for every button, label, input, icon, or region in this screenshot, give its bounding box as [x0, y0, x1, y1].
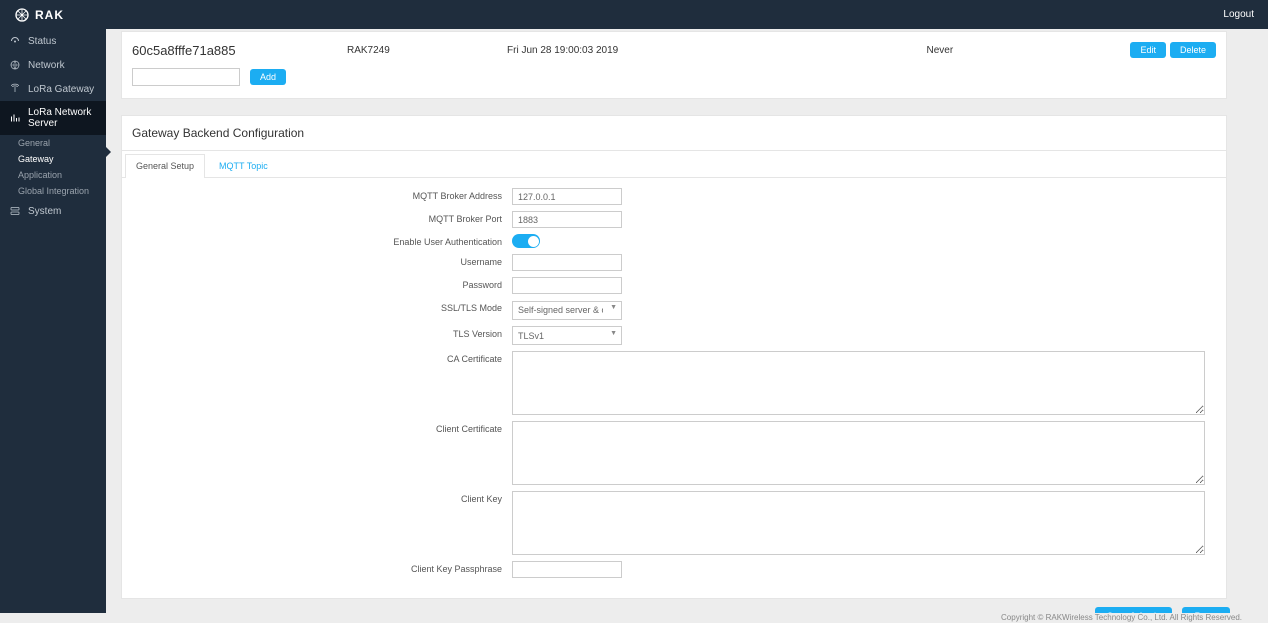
- textarea-cc[interactable]: [512, 421, 1205, 485]
- subitem-general[interactable]: General: [0, 135, 106, 151]
- label-auth: Enable User Authentication: [132, 234, 512, 247]
- label-ssl: SSL/TLS Mode: [132, 300, 512, 313]
- subitem-global[interactable]: Global Integration: [0, 183, 106, 199]
- copyright-text: Copyright © RAKWireless Technology Co., …: [0, 613, 1268, 623]
- sidebar-item-system[interactable]: System: [0, 199, 106, 223]
- antenna-icon: [9, 83, 21, 95]
- system-icon: [9, 205, 21, 217]
- subitem-gateway[interactable]: Gateway: [0, 151, 106, 167]
- delete-button[interactable]: Delete: [1170, 42, 1216, 58]
- input-user[interactable]: [512, 254, 622, 271]
- gateway-date: Fri Jun 28 19:00:03 2019: [507, 45, 926, 56]
- globe-icon: [9, 59, 21, 71]
- input-pass[interactable]: [512, 277, 622, 294]
- add-button[interactable]: Add: [250, 69, 286, 85]
- sidebar-item-label: LoRa Network Server: [28, 107, 97, 129]
- gateway-id: 60c5a8fffe71a885: [132, 43, 347, 58]
- brand-text: RAK: [35, 8, 64, 22]
- textarea-ca[interactable]: [512, 351, 1205, 415]
- edit-button[interactable]: Edit: [1130, 42, 1166, 58]
- toggle-auth[interactable]: [512, 234, 540, 248]
- sidebar-item-network[interactable]: Network: [0, 53, 106, 77]
- input-ckp[interactable]: [512, 561, 622, 578]
- select-tls[interactable]: TLSv1: [512, 326, 622, 345]
- tab-general[interactable]: General Setup: [125, 154, 205, 177]
- subitem-application[interactable]: Application: [0, 167, 106, 183]
- add-input[interactable]: [132, 68, 240, 86]
- gauge-icon: [9, 35, 21, 47]
- label-port: MQTT Broker Port: [132, 211, 512, 224]
- label-ckp: Client Key Passphrase: [132, 561, 512, 574]
- gateway-seen: Never: [926, 45, 1126, 56]
- sidebar-item-lora-ns[interactable]: LoRa Network Server: [0, 101, 106, 135]
- tab-mqtt[interactable]: MQTT Topic: [208, 154, 279, 177]
- label-user: Username: [132, 254, 512, 267]
- label-ck: Client Key: [132, 491, 512, 504]
- logout-link[interactable]: Logout: [1223, 9, 1254, 20]
- sidebar-item-label: Status: [28, 36, 56, 47]
- sidebar-item-label: LoRa Gateway: [28, 84, 94, 95]
- chart-icon: [9, 112, 21, 124]
- sidebar-item-lora-gateway[interactable]: LoRa Gateway: [0, 77, 106, 101]
- gateway-model: RAK7249: [347, 45, 507, 56]
- sidebar-item-label: System: [28, 206, 61, 217]
- label-addr: MQTT Broker Address: [132, 188, 512, 201]
- label-pass: Password: [132, 277, 512, 290]
- label-tls: TLS Version: [132, 326, 512, 339]
- label-cc: Client Certificate: [132, 421, 512, 434]
- brand-logo: RAK: [14, 7, 64, 23]
- textarea-ck[interactable]: [512, 491, 1205, 555]
- section-title: Gateway Backend Configuration: [122, 116, 1226, 151]
- sidebar-item-status[interactable]: Status: [0, 29, 106, 53]
- input-port[interactable]: [512, 211, 622, 228]
- sidebar-item-label: Network: [28, 60, 65, 71]
- input-addr[interactable]: [512, 188, 622, 205]
- select-ssl[interactable]: Self-signed server & client cer: [512, 301, 622, 320]
- label-ca: CA Certificate: [132, 351, 512, 364]
